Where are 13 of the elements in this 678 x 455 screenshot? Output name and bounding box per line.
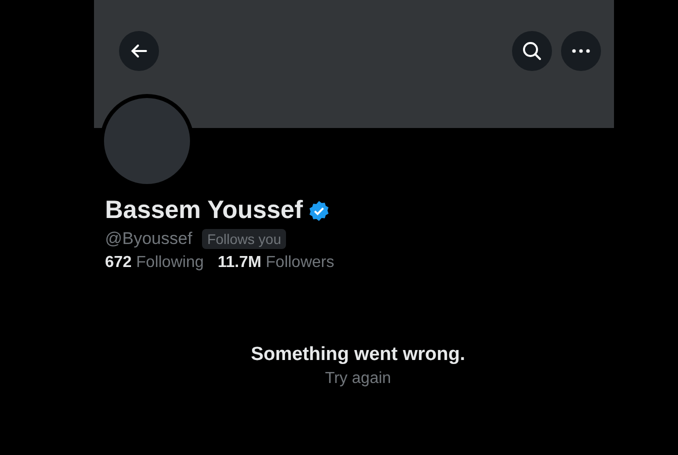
stat-link[interactable]: 672 Following [105, 254, 204, 272]
search-button[interactable] [512, 31, 552, 71]
more-icon [572, 49, 590, 53]
profile-name: Bassem Youssef [105, 196, 303, 225]
back-arrow-icon [130, 42, 148, 60]
stat-link[interactable]: 11.7M Followers [218, 254, 334, 272]
more-button[interactable] [561, 31, 601, 71]
back-button[interactable] [119, 31, 159, 71]
follows-you-badge: Follows you [202, 229, 286, 249]
profile-handle: @Byoussef [105, 229, 192, 249]
error-message: Something went wrong. [250, 344, 466, 366]
search-icon [522, 41, 542, 61]
try-again-link[interactable]: Try again [324, 370, 392, 388]
